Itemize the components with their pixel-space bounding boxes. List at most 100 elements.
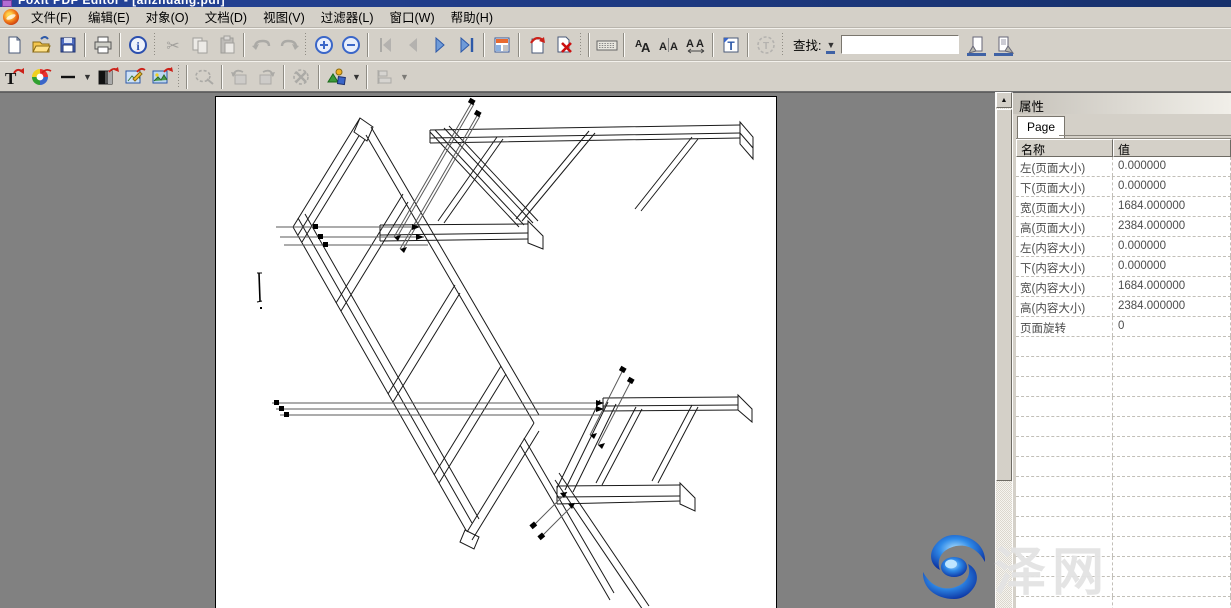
property-value[interactable]: 0 <box>1113 317 1231 336</box>
property-value[interactable]: 2384.000000 <box>1113 217 1231 236</box>
menu-item-3[interactable]: 文档(D) <box>197 5 255 29</box>
title-bar: Foxit PDF Editor - [anzhuang.pdf] <box>0 0 1231 7</box>
property-value[interactable]: 2384.000000 <box>1113 297 1231 316</box>
property-row[interactable]: 页面旋转0 <box>1016 317 1231 337</box>
align-objects-dropdown[interactable]: ▼ <box>398 68 411 86</box>
last-page-button[interactable] <box>454 32 479 57</box>
svg-text:A: A <box>670 41 678 53</box>
align-objects-button[interactable] <box>372 64 397 89</box>
cut-button[interactable]: ✂ <box>160 32 185 57</box>
property-name: 宽(页面大小) <box>1016 197 1113 216</box>
line-style-dropdown[interactable]: ▼ <box>81 68 94 86</box>
property-value[interactable]: 1684.000000 <box>1113 277 1231 296</box>
property-name: 高(内容大小) <box>1016 297 1113 316</box>
empty-property-row <box>1016 457 1231 477</box>
menu-item-4[interactable]: 视图(V) <box>255 5 313 29</box>
copy-button[interactable] <box>187 32 212 57</box>
svg-text:A: A <box>686 38 694 50</box>
property-row[interactable]: 左(页面大小)0.000000 <box>1016 157 1231 177</box>
open-file-button[interactable] <box>28 32 53 57</box>
property-row[interactable]: 高(内容大小)2384.000000 <box>1016 297 1231 317</box>
font-width-button[interactable]: AA <box>683 32 708 57</box>
next-page-button[interactable] <box>427 32 452 57</box>
empty-property-row <box>1016 557 1231 577</box>
property-value[interactable]: 0.000000 <box>1113 257 1231 276</box>
empty-property-row <box>1016 597 1231 608</box>
empty-property-row <box>1016 377 1231 397</box>
find-next-button[interactable] <box>991 32 1016 57</box>
zoom-in-button[interactable] <box>311 32 336 57</box>
new-document-button[interactable] <box>1 32 26 57</box>
property-value[interactable]: 0.000000 <box>1113 157 1231 176</box>
property-row[interactable]: 宽(页面大小)1684.000000 <box>1016 197 1231 217</box>
font-replace-button[interactable]: AA <box>629 32 654 57</box>
find-input[interactable] <box>841 35 959 54</box>
properties-panel-title: 属性 <box>1013 93 1231 114</box>
undo-button[interactable] <box>249 32 274 57</box>
redo-button[interactable] <box>276 32 301 57</box>
vertical-scrollbar[interactable]: ▲ <box>995 92 1012 608</box>
delete-object-button[interactable] <box>289 64 314 89</box>
property-value[interactable]: 0.000000 <box>1113 237 1231 256</box>
menu-item-2[interactable]: 对象(O) <box>138 5 197 29</box>
menu-item-0[interactable]: 文件(F) <box>23 5 80 29</box>
menu-item-5[interactable]: 过滤器(L) <box>313 5 382 29</box>
property-name: 页面旋转 <box>1016 317 1113 336</box>
property-name: 左(页面大小) <box>1016 157 1113 176</box>
scroll-up-button[interactable]: ▲ <box>996 92 1012 108</box>
svg-text:T: T <box>727 39 735 53</box>
property-row[interactable]: 下(内容大小)0.000000 <box>1016 257 1231 277</box>
rotate-left-button[interactable] <box>227 64 252 89</box>
empty-property-row <box>1016 357 1231 377</box>
find-label: 查找: <box>793 35 821 54</box>
property-value[interactable]: 1684.000000 <box>1113 197 1231 216</box>
insert-page-button[interactable] <box>524 32 549 57</box>
color-picker-button[interactable] <box>28 64 53 89</box>
text-circle-button[interactable]: T <box>753 32 778 57</box>
foxit-logo-icon <box>3 9 19 25</box>
tab-page[interactable]: Page <box>1017 116 1065 138</box>
rotate-right-button[interactable] <box>254 64 279 89</box>
column-header-value: 值 <box>1113 139 1231 157</box>
document-info-button[interactable]: i <box>125 32 150 57</box>
empty-property-row <box>1016 497 1231 517</box>
shading-button[interactable] <box>95 64 120 89</box>
property-value[interactable]: 0.000000 <box>1113 177 1231 196</box>
scrollbar-thumb[interactable] <box>996 109 1012 481</box>
previous-page-button[interactable] <box>400 32 425 57</box>
line-style-button[interactable] <box>55 64 80 89</box>
property-row[interactable]: 宽(内容大小)1684.000000 <box>1016 277 1231 297</box>
document-canvas[interactable] <box>0 92 995 608</box>
property-row[interactable]: 左(内容大小)0.000000 <box>1016 237 1231 257</box>
find-toolbar: 查找: ▼ <box>789 32 1017 57</box>
menu-item-6[interactable]: 窗口(W) <box>382 5 443 29</box>
print-button[interactable] <box>90 32 115 57</box>
find-previous-button[interactable] <box>964 32 989 57</box>
find-history-dropdown[interactable]: ▼ <box>824 36 837 54</box>
pdf-page[interactable] <box>215 96 777 608</box>
insert-text-note-button[interactable]: T <box>718 32 743 57</box>
paste-button[interactable] <box>214 32 239 57</box>
property-row[interactable]: 下(页面大小)0.000000 <box>1016 177 1231 197</box>
lasso-select-button[interactable] <box>192 64 217 89</box>
insert-shape-button[interactable] <box>324 64 349 89</box>
edit-image-button[interactable] <box>122 64 147 89</box>
page-layout-button[interactable] <box>489 32 514 57</box>
menu-item-1[interactable]: 编辑(E) <box>80 5 138 29</box>
font-kerning-button[interactable]: AA <box>656 32 681 57</box>
delete-page-button[interactable] <box>551 32 576 57</box>
save-button[interactable] <box>55 32 80 57</box>
insert-image-button[interactable] <box>149 64 174 89</box>
add-text-object-button[interactable]: T <box>1 64 26 89</box>
window-title: Foxit PDF Editor - [anzhuang.pdf] <box>18 0 225 7</box>
first-page-button[interactable] <box>373 32 398 57</box>
properties-tabs: Page <box>1013 114 1231 136</box>
zoom-out-button[interactable] <box>338 32 363 57</box>
menu-item-7[interactable]: 帮助(H) <box>443 5 501 29</box>
app-icon <box>2 0 12 7</box>
object-toolbar: T ▼ ▼ ▼ <box>0 61 1231 92</box>
property-row[interactable]: 高(页面大小)2384.000000 <box>1016 217 1231 237</box>
insert-shape-dropdown[interactable]: ▼ <box>350 68 363 86</box>
keyboard-button[interactable] <box>594 32 619 57</box>
svg-text:A: A <box>659 41 667 53</box>
